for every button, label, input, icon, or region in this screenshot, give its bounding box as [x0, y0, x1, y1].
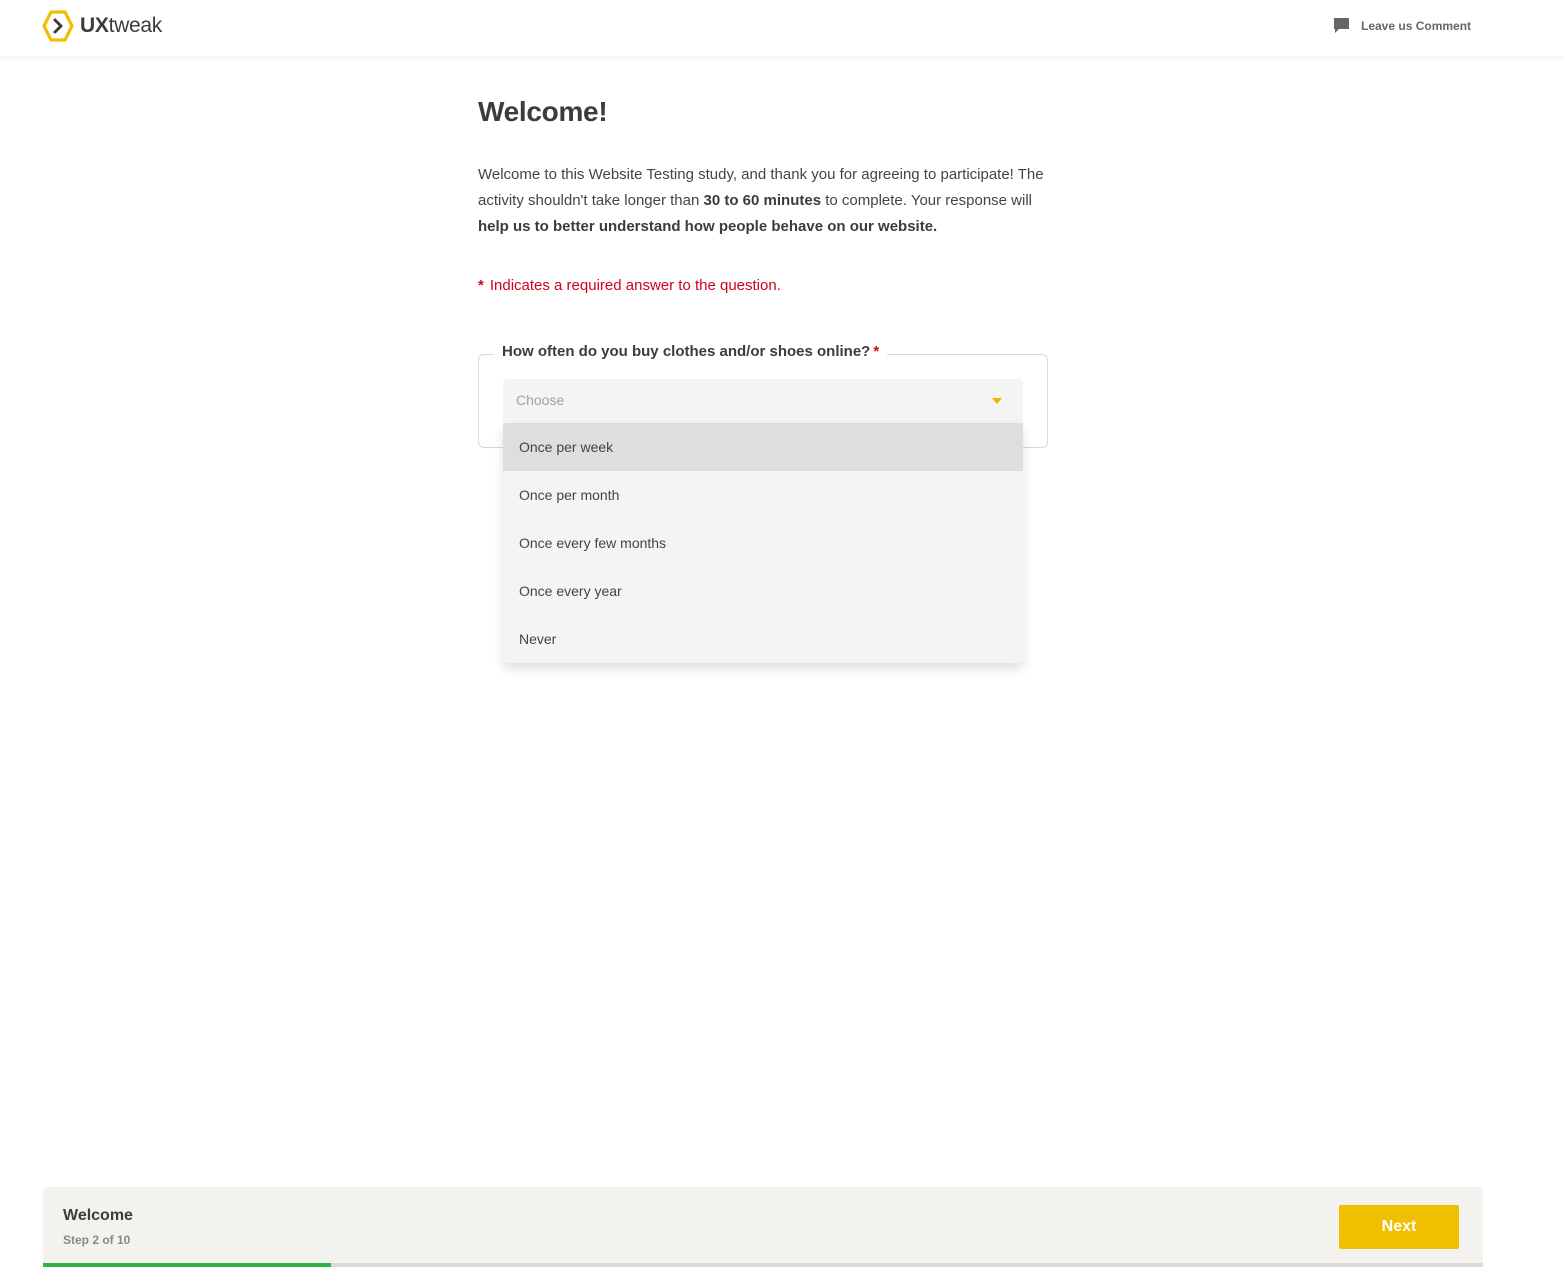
select-placeholder: Choose	[516, 392, 565, 408]
question-label: How often do you buy clothes and/or shoe…	[494, 343, 888, 360]
next-button[interactable]: Next	[1339, 1205, 1459, 1249]
logo-wordmark: UXtweak	[80, 14, 162, 37]
top-header: UXtweak Leave us Comment	[0, 0, 1565, 56]
uxtweak-logo[interactable]: UXtweak	[42, 10, 162, 42]
required-note: * Indicates a required answer to the ques…	[478, 277, 781, 294]
option-once-per-month[interactable]: Once per month	[503, 471, 1023, 519]
leave-comment-link[interactable]: Leave us Comment	[1333, 17, 1471, 34]
speech-bubble-icon	[1334, 18, 1349, 33]
option-never[interactable]: Never	[503, 615, 1023, 663]
caret-down-icon	[992, 398, 1002, 404]
welcome-section: Welcome! Welcome to this Website Testing…	[478, 96, 1048, 294]
required-star: *	[478, 277, 484, 294]
intro-text: Welcome to this Website Testing study, a…	[478, 166, 1044, 235]
required-mark: *	[873, 343, 880, 360]
option-once-every-year[interactable]: Once every year	[503, 567, 1023, 615]
step-counter: Step 2 of 10	[63, 1233, 131, 1247]
step-footer: Welcome Step 2 of 10 Next	[43, 1187, 1483, 1263]
hexagon-chevron-logo-icon	[42, 10, 74, 42]
leave-comment-label: Leave us Comment	[1361, 18, 1472, 33]
select-dropdown-menu: Once per week Once per month Once every …	[503, 423, 1023, 663]
page-title: Welcome!	[478, 96, 608, 127]
step-title: Welcome	[63, 1207, 133, 1224]
option-once-per-week[interactable]: Once per week	[503, 423, 1023, 471]
progress-fill	[43, 1263, 331, 1267]
frequency-select[interactable]: Choose	[503, 379, 1023, 423]
option-once-every-few-months[interactable]: Once every few months	[503, 519, 1023, 567]
progress-track	[43, 1263, 1483, 1267]
